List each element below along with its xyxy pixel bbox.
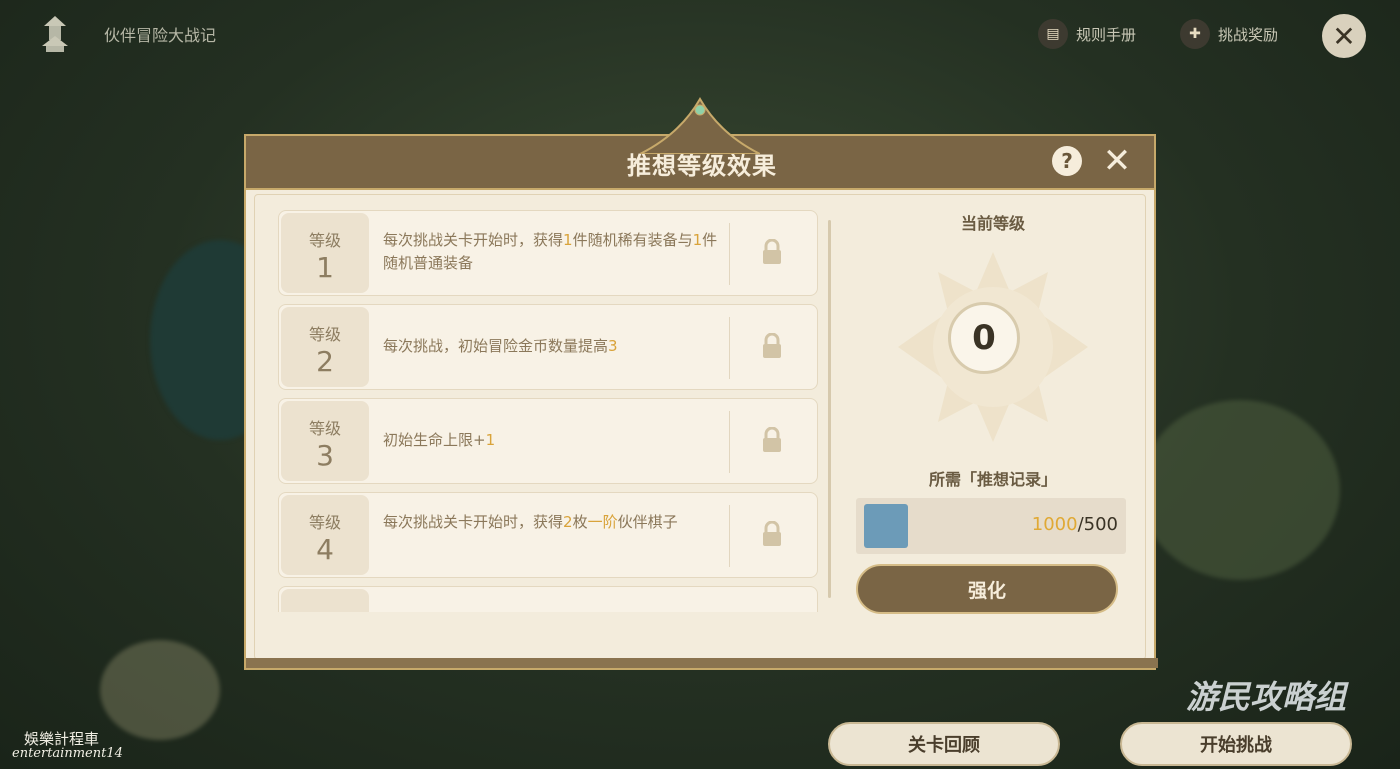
- lock-icon: [763, 521, 781, 546]
- level-label: 等级: [308, 231, 341, 250]
- start-challenge-button[interactable]: 开始挑战: [1120, 722, 1352, 766]
- level-effect-text: 每次挑战，初始冒险金币数量提高3: [383, 337, 618, 355]
- stage-review-button[interactable]: 关卡回顾: [828, 722, 1060, 766]
- level-list[interactable]: 等级 1 每次挑战关卡开始时，获得1件随机稀有装备与1件随机普通装备 等级 2 …: [278, 210, 818, 612]
- crest-ornament: [640, 96, 760, 154]
- level-label: 等级: [308, 419, 341, 438]
- enhance-button[interactable]: 强化: [856, 564, 1118, 614]
- level-number: 3: [316, 439, 334, 472]
- lock-icon: [763, 239, 781, 264]
- help-icon[interactable]: ?: [1052, 146, 1082, 176]
- dialog-bottom-border: [246, 658, 1158, 668]
- level-badge: 等级 1: [281, 213, 369, 293]
- gift-icon: ✚: [1180, 19, 1210, 49]
- scrollbar[interactable]: [828, 220, 831, 598]
- close-icon[interactable]: ✕: [1322, 14, 1366, 58]
- current-level-value: 0: [948, 302, 1020, 374]
- level-number: 4: [316, 533, 334, 566]
- required-item-bar: 1000/500: [856, 498, 1126, 554]
- level-effects-dialog: 推想等级效果 ? ✕ 等级 1 每次挑战关卡开始时，获得1件随机稀有装备与1件随…: [244, 96, 1158, 670]
- level-badge: 等级 3: [281, 401, 369, 481]
- level-row: 等级 1 每次挑战关卡开始时，获得1件随机稀有装备与1件随机普通装备: [278, 210, 818, 296]
- rewards-label: 挑战奖励: [1218, 25, 1279, 44]
- dialog-close-icon[interactable]: ✕: [1100, 141, 1134, 181]
- level-effect-text: 每次挑战关卡开始时，获得2枚一阶伙伴棋子: [383, 513, 678, 531]
- lock-icon: [763, 427, 781, 452]
- level-row: 等级 4 每次挑战关卡开始时，获得2枚一阶伙伴棋子: [278, 492, 818, 578]
- background-foliage-right: [1140, 400, 1340, 580]
- level-label: 等级: [308, 325, 341, 344]
- required-item-label: 所需「推想记录」: [928, 470, 1057, 489]
- level-badge: 等级 4: [281, 495, 369, 575]
- level-row: 等级 2 每次挑战，初始冒险金币数量提高3: [278, 304, 818, 390]
- credit-english: entertainment14: [12, 746, 123, 761]
- pagoda-icon: [42, 16, 68, 52]
- level-badge: 等级 2: [281, 307, 369, 387]
- watermark: 游民攻略组: [1186, 678, 1347, 716]
- level-badge: [281, 589, 369, 612]
- level-number: 1: [316, 251, 334, 284]
- rulebook-button[interactable]: ▤ 规则手册: [1038, 18, 1136, 50]
- challenge-rewards-button[interactable]: ✚ 挑战奖励: [1180, 18, 1278, 50]
- book-icon: ▤: [1038, 19, 1068, 49]
- divider: [729, 223, 730, 285]
- level-number: 2: [316, 345, 334, 378]
- item-count: 1000/500: [1031, 514, 1118, 535]
- level-label: 等级: [308, 513, 341, 532]
- level-effect-text: 初始生命上限+1: [383, 431, 496, 449]
- divider: [729, 317, 730, 379]
- background-glow: [100, 640, 220, 740]
- rulebook-label: 规则手册: [1076, 25, 1137, 44]
- divider: [729, 505, 730, 567]
- divider: [729, 411, 730, 473]
- current-level-label: 当前等级: [960, 214, 1025, 233]
- lock-icon: [763, 333, 781, 358]
- top-bar: 伙伴冒险大战记 ▤ 规则手册 ✚ 挑战奖励 ✕: [0, 0, 1400, 70]
- level-row-partial: [278, 586, 818, 612]
- current-level-panel: 当前等级 0 所需「推想记录」 1000/500 强化: [852, 188, 1134, 614]
- event-title: 伙伴冒险大战记: [104, 26, 217, 45]
- level-effect-text: 每次挑战关卡开始时，获得1件随机稀有装备与1件随机普通装备: [383, 231, 718, 272]
- record-item-icon[interactable]: [864, 504, 908, 548]
- level-row: 等级 3 初始生命上限+1: [278, 398, 818, 484]
